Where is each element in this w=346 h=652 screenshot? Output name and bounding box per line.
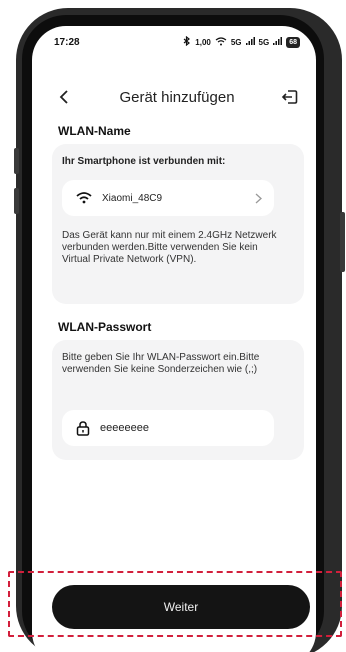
page-title: Gerät hinzufügen (119, 88, 235, 106)
signal-label-1: 5G (230, 37, 242, 47)
wifi-icon (76, 192, 92, 204)
wlan-password-note: Bitte geben Sie Ihr WLAN-Passwort ein.Bi… (62, 352, 260, 375)
password-value: eeeeeeee (100, 422, 149, 434)
status-time: 17:28 (54, 36, 80, 48)
phone-side-button (340, 212, 345, 272)
phone-side-button (14, 188, 19, 214)
signal-1-icon (245, 37, 255, 47)
app-screen: 17:28 1,00 5G 5G 68 Gerät hinzufügen WLA… (32, 26, 316, 652)
password-field[interactable]: eeeeeeee (62, 410, 274, 446)
phone-side-button (14, 148, 19, 174)
wlan-name-heading: WLAN-Name (58, 124, 131, 138)
chevron-right-icon (255, 193, 262, 203)
status-icons: 1,00 5G 5G 68 (182, 35, 300, 48)
wlan-password-card: Bitte geben Sie Ihr WLAN-Passwort ein.Bi… (52, 340, 304, 460)
lock-icon (76, 420, 90, 436)
back-button[interactable] (52, 85, 76, 109)
next-button[interactable]: Weiter (52, 585, 310, 629)
network-select[interactable]: Xiaomi_48C9 (62, 180, 274, 216)
net-speed: 1,00 (195, 37, 211, 47)
exit-icon (281, 90, 298, 104)
wlan-name-card: Ihr Smartphone ist verbunden mit: Xiaomi… (52, 144, 304, 304)
chevron-left-icon (59, 90, 68, 104)
network-name: Xiaomi_48C9 (102, 192, 163, 204)
bluetooth-icon (182, 35, 191, 48)
header: Gerät hinzufügen (32, 81, 316, 113)
signal-label-2: 5G (258, 37, 270, 47)
battery-icon: 68 (286, 36, 300, 48)
wlan-name-note: Das Gerät kann nur mit einem 2.4GHz Netz… (62, 230, 277, 265)
connected-label: Ihr Smartphone ist verbunden mit: (62, 156, 226, 167)
wlan-password-heading: WLAN-Passwort (58, 320, 152, 334)
wifi-status-icon (215, 36, 227, 48)
exit-button[interactable] (278, 85, 302, 109)
signal-2-icon (273, 37, 283, 47)
status-bar: 17:28 1,00 5G 5G 68 (32, 26, 316, 58)
